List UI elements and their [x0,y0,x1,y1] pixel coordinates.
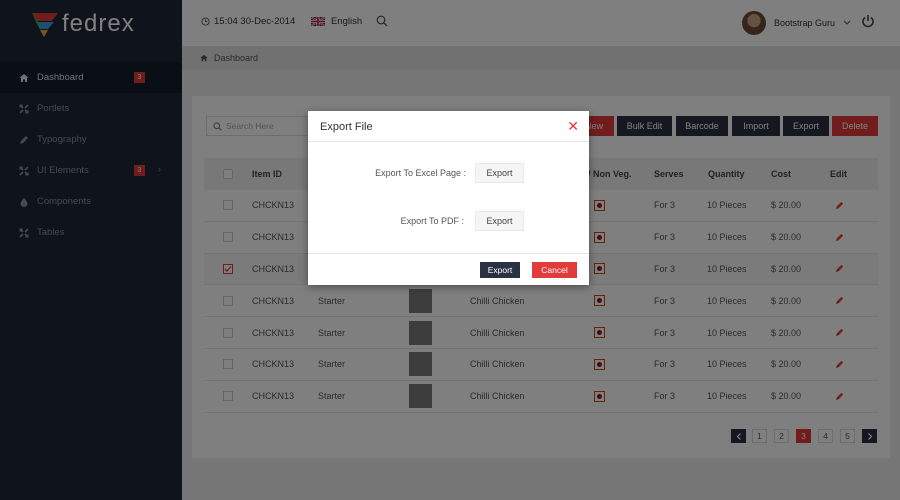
export-excel-button[interactable]: Export [475,163,524,183]
modal-export-button[interactable]: Export [480,262,520,278]
export-file-modal: Export File ✕ Export To Excel Page : Exp… [308,111,589,285]
pdf-export-label: Export To PDF : [400,216,464,226]
excel-export-label: Export To Excel Page : [375,168,466,178]
export-pdf-button[interactable]: Export [475,211,524,231]
modal-title: Export File [320,121,373,133]
modal-cancel-button[interactable]: Cancel [532,262,577,278]
modal-header: Export File ✕ [308,111,589,142]
close-icon[interactable]: ✕ [567,119,579,133]
modal-footer: Export Cancel [308,253,589,285]
